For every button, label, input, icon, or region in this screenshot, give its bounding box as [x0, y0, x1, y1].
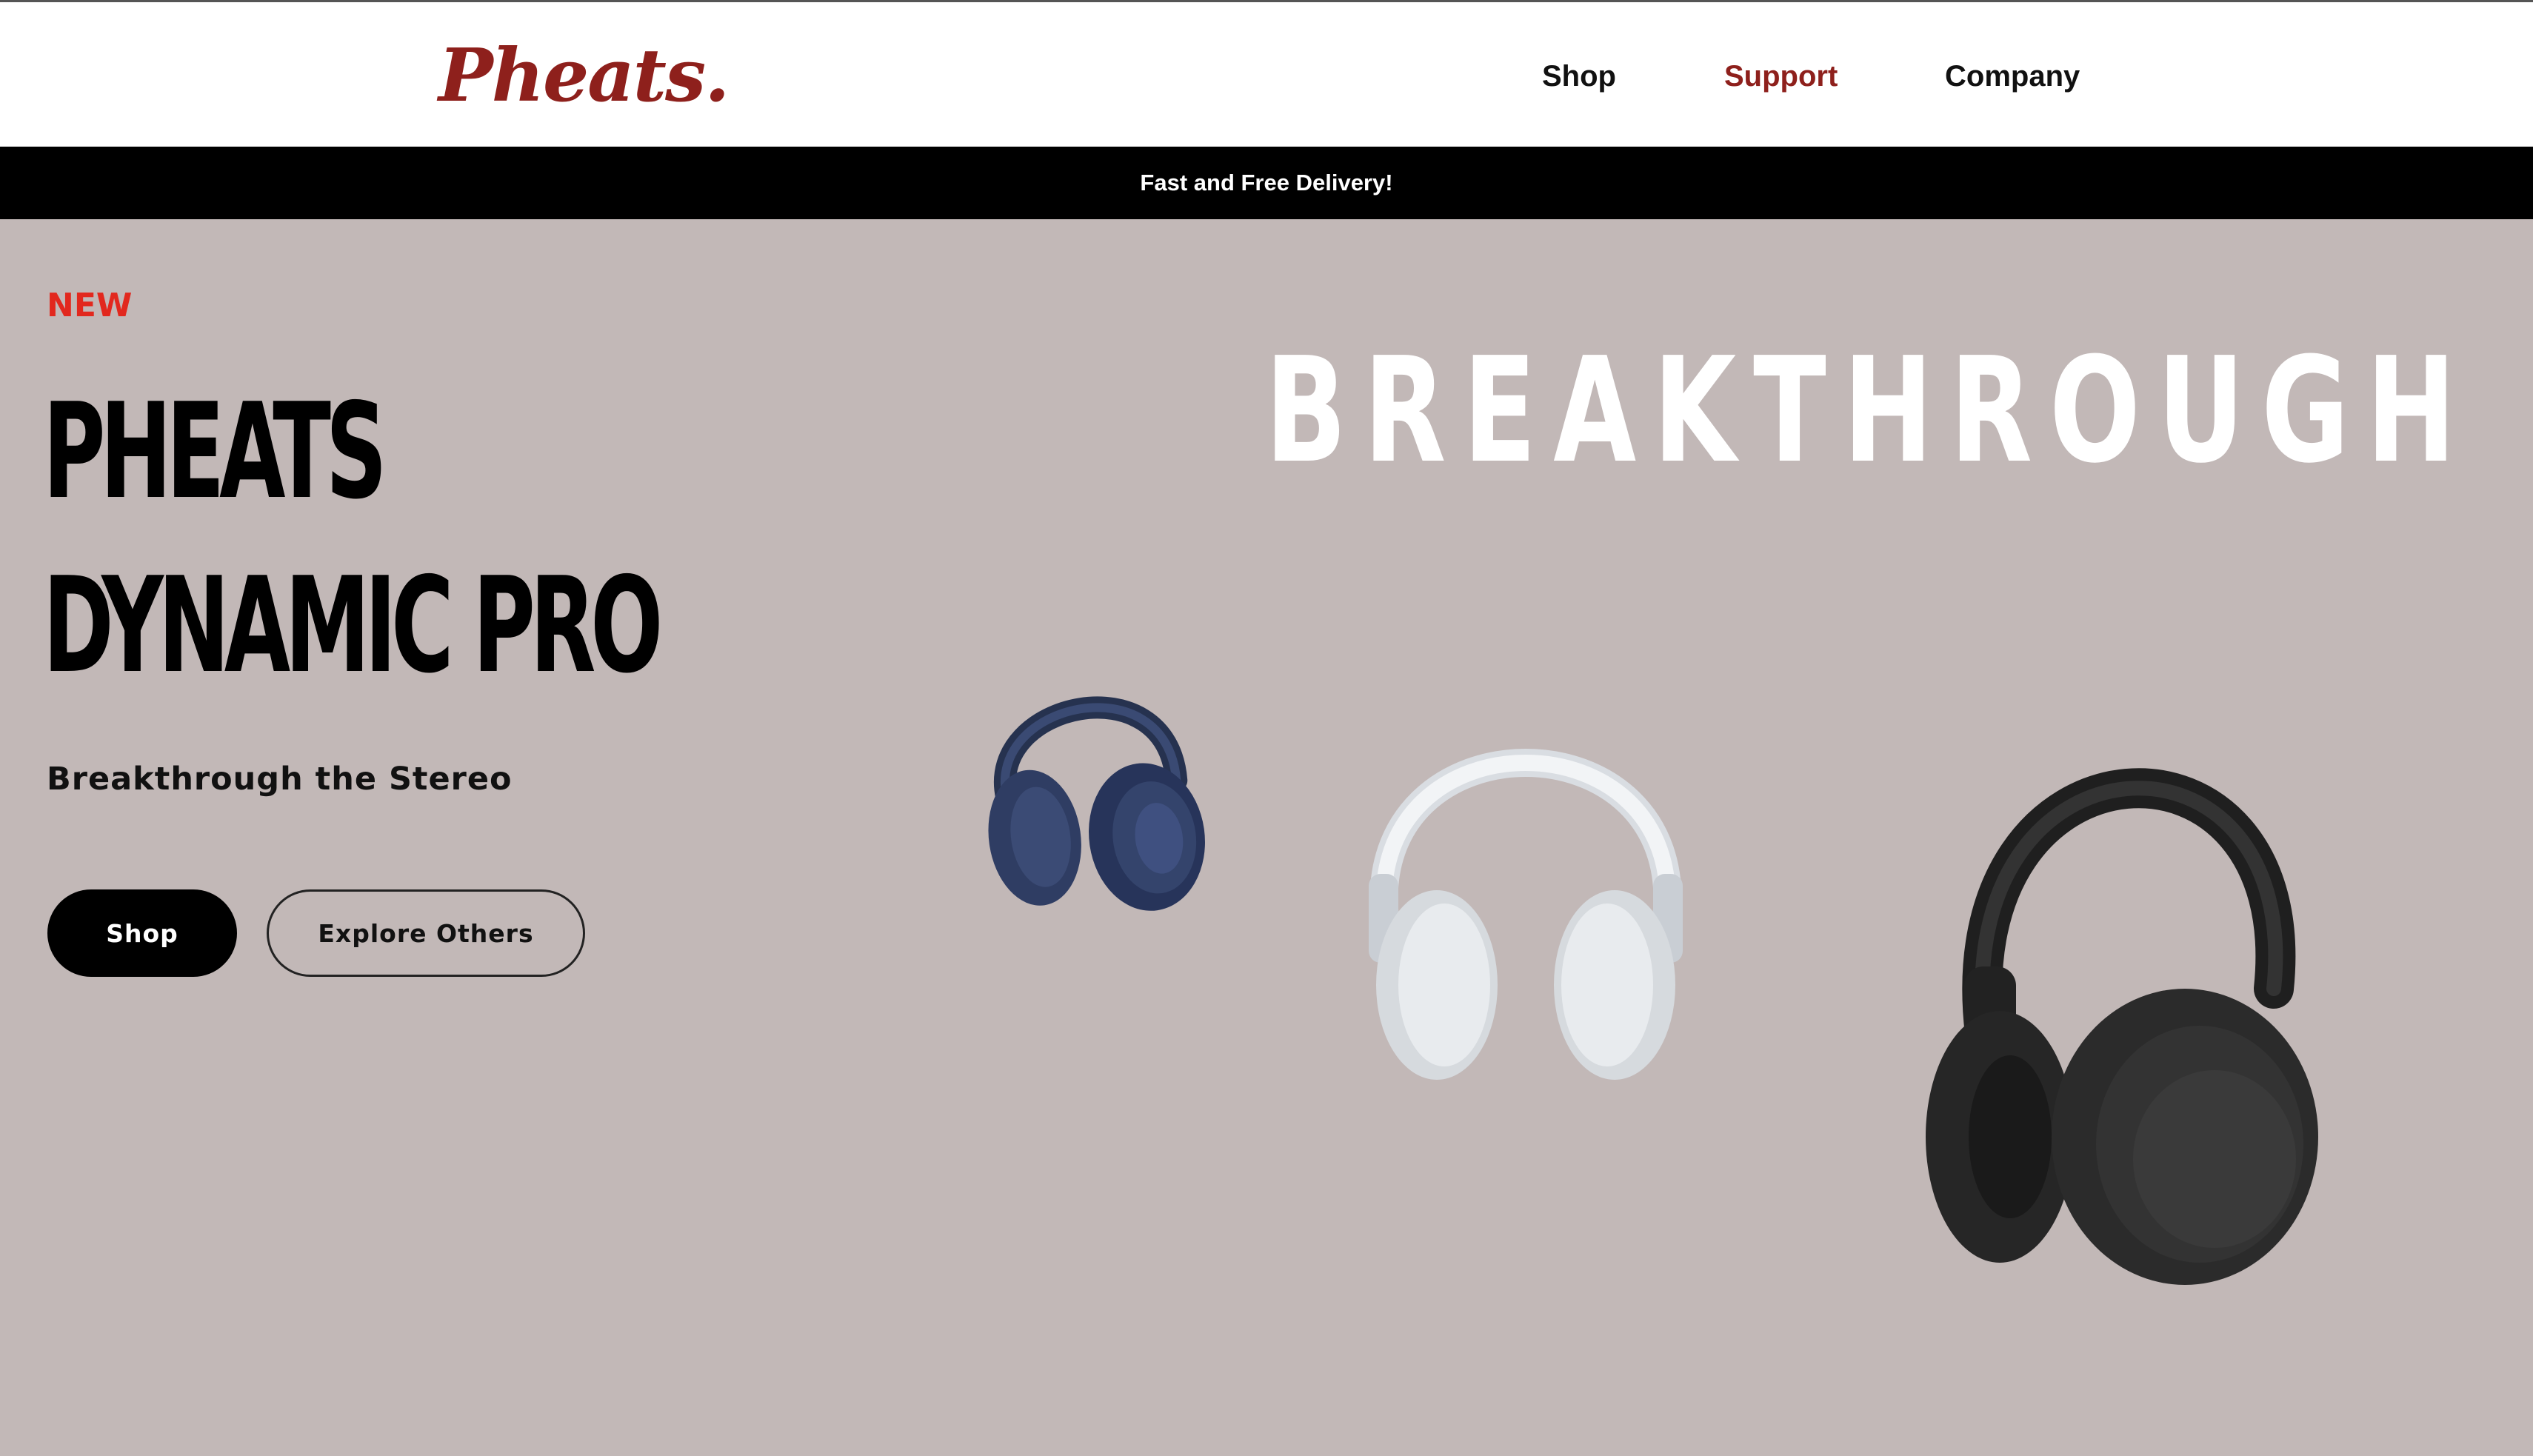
nav-company-link[interactable]: Company — [1945, 54, 2080, 98]
brand-logo[interactable]: Pheats. — [438, 24, 730, 128]
nav-shop-link[interactable]: Shop — [1542, 54, 1616, 98]
hero-headline: BREAKTHROUGH — [1265, 327, 2473, 495]
black-headphones-image — [1926, 768, 2318, 1285]
shop-button[interactable]: Shop — [47, 889, 237, 977]
explore-others-button[interactable]: Explore Others — [267, 889, 585, 977]
new-badge: NEW — [47, 287, 133, 324]
nav-support-link[interactable]: Support — [1724, 54, 1838, 98]
promo-text: Fast and Free Delivery! — [1140, 170, 1393, 196]
navy-headphones-image — [988, 696, 1205, 911]
site-header: Pheats. Shop Support Company — [0, 2, 2533, 147]
product-tagline: Breakthrough the Stereo — [47, 761, 513, 798]
white-headphones-image — [1369, 749, 1683, 1080]
product-title-line-2: DYNAMIC PRO — [43, 549, 663, 702]
promo-banner: Fast and Free Delivery! — [0, 147, 2533, 219]
product-title-line-1: PHEATS — [43, 375, 387, 528]
